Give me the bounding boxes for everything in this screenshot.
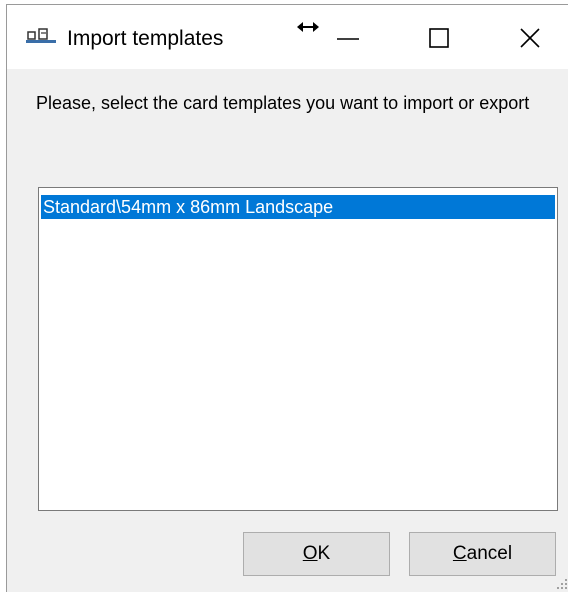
title-bar[interactable]: Import templates bbox=[7, 5, 568, 69]
ok-mnemonic: O bbox=[302, 543, 318, 564]
minimize-button[interactable] bbox=[307, 5, 387, 69]
card-templates-icon bbox=[25, 27, 59, 45]
close-button[interactable] bbox=[491, 5, 569, 69]
cancel-label-rest: ancel bbox=[466, 543, 513, 564]
instruction-label: Please, select the card templates you wa… bbox=[36, 93, 530, 113]
cancel-button[interactable]: Cancel bbox=[409, 532, 556, 576]
templates-listbox[interactable]: Standard\54mm x 86mm Landscape bbox=[38, 187, 558, 511]
cancel-mnemonic: C bbox=[452, 543, 467, 564]
ok-button[interactable]: OK bbox=[243, 532, 390, 576]
ok-label-rest: K bbox=[317, 543, 331, 564]
maximize-button[interactable] bbox=[399, 5, 479, 69]
import-templates-dialog: Import templates Please, select the card… bbox=[6, 4, 568, 592]
list-item[interactable]: Standard\54mm x 86mm Landscape bbox=[41, 195, 555, 219]
size-grip-icon[interactable] bbox=[556, 577, 568, 589]
window-title: Import templates bbox=[67, 27, 224, 50]
